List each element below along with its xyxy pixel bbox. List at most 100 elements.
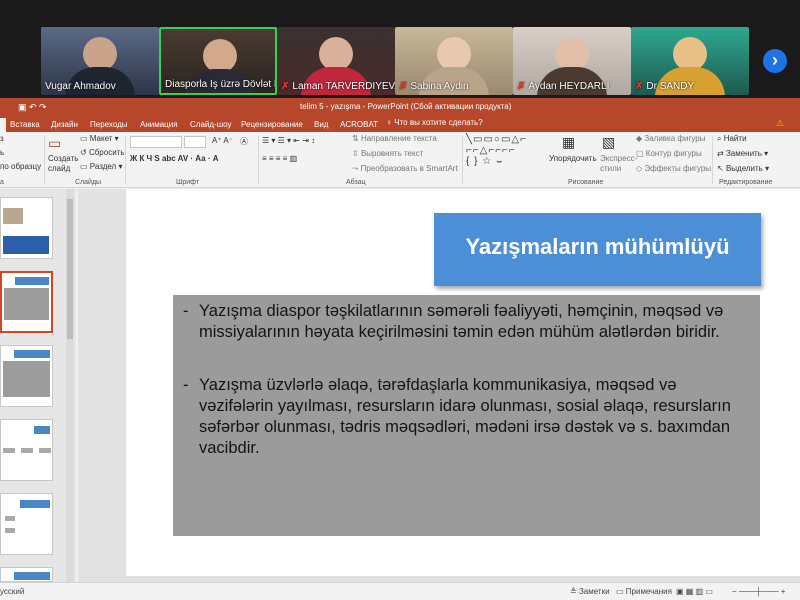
- tab-view[interactable]: Вид: [312, 118, 330, 132]
- align-text-button[interactable]: ⇳ Выровнять текст: [352, 149, 423, 158]
- tab-insert[interactable]: Вставка: [8, 118, 42, 132]
- drawing-group-label: Рисование: [568, 179, 604, 186]
- quick-styles-icon[interactable]: ▧: [602, 134, 615, 151]
- comments-button[interactable]: ▭ Примечания: [616, 587, 672, 596]
- slide-thumbnail[interactable]: [0, 567, 53, 582]
- font-size-buttons[interactable]: A⁺ A⁻: [212, 136, 233, 145]
- list-buttons[interactable]: ☰ ▾ ☰ ▾ ⇤ ⇥ ↕: [262, 136, 315, 145]
- font-style-buttons[interactable]: Ж К Ч S abc AV · Аа · A: [130, 154, 219, 163]
- screen: Vugar Ahmadov Diasporla İş üzrə Dövlət K…: [0, 0, 800, 600]
- align-text-label: Выровнять текст: [360, 149, 424, 158]
- cut-icon[interactable]: з: [0, 134, 4, 143]
- slide-editing-area: Yazışmaların mühümlüyü - Yazışma diaspor…: [78, 189, 800, 582]
- format-painter[interactable]: по образцу: [0, 162, 41, 171]
- tab-animations[interactable]: Анимация: [138, 118, 180, 132]
- font-name-field[interactable]: [130, 136, 182, 148]
- participant-tile-diaspora[interactable]: Diasporla İş üzrə Dövlət K...: [159, 27, 277, 95]
- font-group-label: Шрифт: [176, 179, 200, 186]
- tab-slideshow[interactable]: Слайд-шоу: [188, 118, 233, 132]
- text-direction-label: Направление текста: [360, 134, 437, 143]
- slides-group-label: Слайды: [75, 179, 102, 186]
- shape-outline-button[interactable]: ▢ Контур фигуры: [636, 149, 702, 158]
- text-direction-button[interactable]: ⇅ Направление текста: [352, 134, 437, 143]
- video-gallery: Vugar Ahmadov Diasporla İş üzrə Dövlət K…: [0, 0, 800, 98]
- shapes-gallery[interactable]: ╲▭▭○▭△⌐ ⌐⌐△⌐⌐⌐⌐{ } ☆ ⌣: [466, 134, 527, 167]
- copy-icon[interactable]: ь: [0, 148, 4, 157]
- slide-canvas[interactable]: Yazışmaların mühümlüyü - Yazışma diaspor…: [126, 189, 800, 576]
- notes-button[interactable]: ≜ Заметки: [570, 587, 610, 596]
- slide-thumbnail[interactable]: [0, 493, 53, 555]
- slide-thumbnail[interactable]: [0, 345, 53, 407]
- mic-muted-icon: ✗: [517, 81, 526, 92]
- next-page-icon[interactable]: ›: [763, 49, 787, 73]
- replace-button[interactable]: ⇄ Заменить ▾: [717, 149, 768, 158]
- participant-name: Diasporla İş üzrə Dövlət K...: [165, 79, 275, 90]
- quick-styles-button[interactable]: Экспресс- стили: [600, 154, 637, 174]
- tab-transitions[interactable]: Переходы: [88, 118, 130, 132]
- participant-tile-laman[interactable]: ✗ Laman TARVERDIYEVA: [277, 27, 395, 95]
- slide-thumbnail[interactable]: [0, 197, 53, 259]
- tell-me-search[interactable]: ♀ Что вы хотите сделать?: [386, 118, 483, 127]
- powerpoint-window: ▣ ↶ ↷ telim 5 - yazışma - PowerPoint (Сб…: [0, 98, 800, 600]
- clipboard-group-label: а: [0, 179, 4, 186]
- shape-fill-button[interactable]: ◆ Заливка фигуры: [636, 134, 705, 143]
- shape-outline-label: Контур фигуры: [645, 149, 702, 158]
- participant-video: [673, 37, 707, 71]
- find-button[interactable]: ⌕ Найти: [717, 134, 747, 144]
- section-button[interactable]: ▭ Раздел ▾: [80, 162, 122, 171]
- mic-muted-icon: ✗: [399, 81, 408, 92]
- save-icon[interactable]: ▣ ↶ ↷: [18, 98, 47, 116]
- participant-video: [555, 37, 589, 71]
- convert-smartart-button[interactable]: ⤳ Преобразовать в SmartArt: [352, 164, 458, 174]
- section-label: Раздел: [89, 162, 117, 171]
- tab-review[interactable]: Рецензирование: [239, 118, 305, 132]
- paragraph-group-label: Абзац: [346, 179, 366, 186]
- participant-name: Dr SANDY: [646, 81, 695, 92]
- language-indicator[interactable]: усский: [0, 587, 24, 596]
- clear-format-icon[interactable]: Ⓐ: [240, 136, 248, 147]
- participant-tile-vugar[interactable]: Vugar Ahmadov: [41, 27, 159, 95]
- participant-video: [437, 37, 471, 71]
- align-buttons[interactable]: ≡ ≡ ≡ ≡ ▥: [262, 154, 297, 163]
- reset-button[interactable]: ↺ Сбросить: [80, 148, 125, 157]
- tab-design[interactable]: Дизайн: [49, 118, 80, 132]
- tell-me-label: Что вы хотите сделать?: [394, 118, 483, 127]
- tab-acrobat[interactable]: ACROBAT: [338, 118, 380, 132]
- arrange-button[interactable]: Упорядочить: [549, 154, 597, 163]
- participant-video: [319, 37, 353, 71]
- reset-label: Сбросить: [88, 148, 125, 157]
- new-slide-button[interactable]: Создать слайд: [48, 154, 78, 174]
- participant-tile-sandy[interactable]: ✗ Dr SANDY: [631, 27, 749, 95]
- participant-video: [83, 37, 117, 71]
- participant-tile-sabina[interactable]: ✗ Sabina Aydin: [395, 27, 513, 95]
- find-label: Найти: [723, 134, 747, 143]
- comments-label: Примечания: [625, 587, 672, 596]
- participant-name: Laman TARVERDIYEVA: [292, 81, 395, 92]
- shape-effects-button[interactable]: ◇ Эффекты фигуры: [636, 164, 711, 173]
- mic-muted-icon: ✗: [281, 81, 290, 92]
- zoom-slider[interactable]: − ───┼─── +: [732, 587, 785, 596]
- slide-thumbnail[interactable]: [0, 419, 53, 481]
- new-slide-icon[interactable]: ▭: [48, 135, 61, 152]
- participant-name-row: ✗ Aydan HEYDARLI: [513, 81, 631, 92]
- participant-name: Vugar Ahmadov: [45, 81, 116, 92]
- select-button[interactable]: ↖ Выделить ▾: [717, 164, 769, 173]
- thumbnail-scrollbar[interactable]: [66, 189, 74, 582]
- bullet-item: - Yazışma üzvlərlə əlaqə, tərəfdaşlarla …: [183, 375, 752, 459]
- arrange-icon[interactable]: ▦: [562, 134, 575, 151]
- layout-button[interactable]: ▭ Макет ▾: [80, 134, 119, 143]
- participant-name-row: ✗ Dr SANDY: [631, 81, 749, 92]
- participant-name-row: ✗ Sabina Aydin: [395, 81, 513, 92]
- font-size-field[interactable]: [184, 136, 206, 148]
- slide-title-box[interactable]: Yazışmaların mühümlüyü: [434, 213, 761, 286]
- warning-icon[interactable]: ⚠: [776, 118, 784, 129]
- participant-tile-aydan[interactable]: ✗ Aydan HEYDARLI: [513, 27, 631, 95]
- window-title: telim 5 - yazışma - PowerPoint (Сбой акт…: [300, 102, 512, 111]
- slide-thumbnail-current[interactable]: [0, 271, 53, 333]
- tab-home[interactable]: [0, 118, 6, 132]
- notes-label: Заметки: [578, 587, 610, 596]
- slide-thumbnails-panel: [0, 189, 76, 582]
- ribbon: з ь по образцу а ▭ Создать слайд ▭ Макет…: [0, 132, 800, 188]
- view-buttons[interactable]: ▣ ▦ ▥ ▭: [676, 587, 713, 596]
- slide-content-box[interactable]: - Yazışma diaspor təşkilatlarının səmərə…: [173, 295, 760, 536]
